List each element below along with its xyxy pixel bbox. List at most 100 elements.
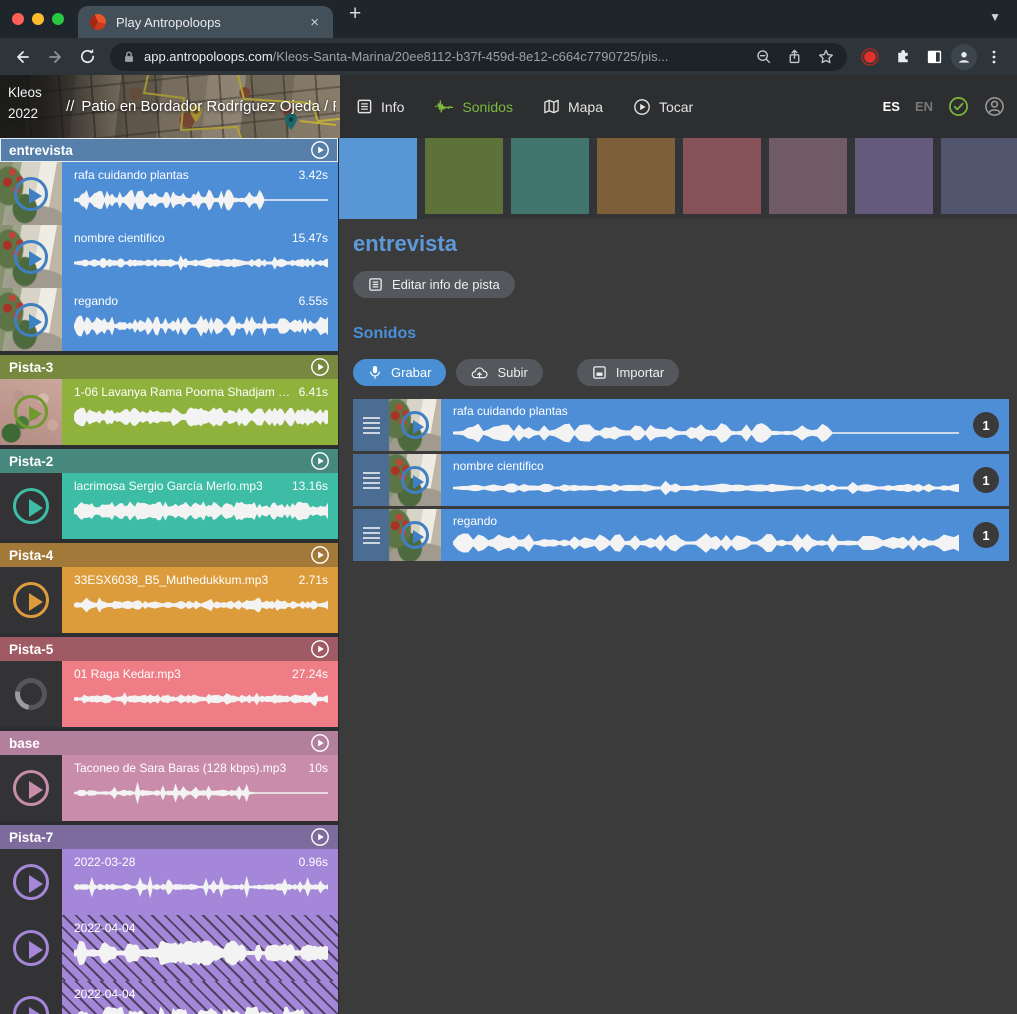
play-overlay-icon[interactable]: [13, 930, 49, 966]
import-button[interactable]: Importar: [577, 359, 679, 386]
sound-row[interactable]: nombre cientifico 1: [353, 454, 1009, 506]
audio-clip[interactable]: 2022-03-280.96s: [0, 849, 338, 915]
track-color-swatch[interactable]: [425, 138, 503, 214]
waveform[interactable]: [74, 498, 328, 524]
waveform[interactable]: [74, 940, 328, 966]
clip-thumbnail[interactable]: [0, 379, 62, 445]
track-color-swatch[interactable]: [941, 138, 1017, 214]
maximize-window-button[interactable]: [52, 13, 64, 25]
lang-en-button[interactable]: EN: [915, 99, 933, 114]
tab-mapa[interactable]: Mapa: [543, 98, 603, 115]
audio-clip[interactable]: nombre cientifico15.47s: [0, 225, 338, 288]
play-overlay-icon[interactable]: [13, 864, 49, 900]
play-overlay-icon[interactable]: [13, 996, 49, 1014]
address-bar[interactable]: app.antropoloops.com/Kleos-Santa-Marina/…: [110, 43, 847, 71]
track-color-swatch[interactable]: [339, 138, 417, 219]
track-color-swatch[interactable]: [597, 138, 675, 214]
waveform[interactable]: [74, 686, 328, 712]
window-controls[interactable]: [12, 13, 64, 25]
waveform[interactable]: [453, 531, 959, 555]
lang-es-button[interactable]: ES: [883, 99, 900, 114]
track-color-swatch[interactable]: [769, 138, 847, 214]
side-panel-icon[interactable]: [919, 42, 949, 72]
clip-thumbnail[interactable]: [0, 567, 62, 633]
waveform[interactable]: [74, 874, 328, 900]
track-header[interactable]: Pista-7: [0, 825, 338, 849]
waveform[interactable]: [74, 313, 328, 339]
audio-clip[interactable]: regando6.55s: [0, 288, 338, 351]
play-overlay-icon[interactable]: [13, 770, 49, 806]
waveform[interactable]: [74, 780, 328, 806]
play-overlay-icon[interactable]: [14, 395, 48, 429]
record-extension-icon[interactable]: [855, 42, 885, 72]
play-overlay-icon[interactable]: [14, 177, 48, 211]
clip-thumbnail[interactable]: [0, 473, 62, 539]
sound-row[interactable]: rafa cuidando plantas 1: [353, 399, 1009, 451]
project-map-banner[interactable]: Kleos 2022 // Patio en Bordador Rodrígue…: [0, 75, 340, 138]
track-header[interactable]: Pista-4: [0, 543, 338, 567]
close-tab-icon[interactable]: ×: [308, 14, 321, 31]
track-header[interactable]: Pista-2: [0, 449, 338, 473]
play-overlay-icon[interactable]: [401, 466, 429, 494]
clip-thumbnail[interactable]: [0, 225, 62, 288]
track-play-icon[interactable]: [310, 639, 330, 659]
track-play-icon[interactable]: [310, 140, 330, 160]
minimize-window-button[interactable]: [32, 13, 44, 25]
project-brand[interactable]: Kleos 2022: [8, 83, 42, 125]
play-overlay-icon[interactable]: [14, 303, 48, 337]
track-header[interactable]: Pista-3: [0, 355, 338, 379]
audio-clip[interactable]: rafa cuidando plantas3.42s: [0, 162, 338, 225]
drag-handle-icon[interactable]: [353, 454, 389, 506]
play-overlay-icon[interactable]: [13, 488, 49, 524]
new-tab-button[interactable]: +: [349, 3, 361, 24]
audio-clip[interactable]: lacrimosa Sergio García Merlo.mp313.16s: [0, 473, 338, 539]
tab-sonidos[interactable]: Sonidos: [434, 98, 513, 115]
waveform[interactable]: [453, 476, 959, 500]
browser-menu-kebab-icon[interactable]: [979, 42, 1009, 72]
clip-thumbnail[interactable]: [0, 288, 62, 351]
upload-button[interactable]: Subir: [456, 359, 542, 386]
edit-track-info-button[interactable]: Editar info de pista: [353, 271, 515, 298]
waveform[interactable]: [74, 1006, 328, 1014]
extensions-puzzle-icon[interactable]: [887, 42, 917, 72]
audio-clip-processing[interactable]: 2022-04-04: [0, 981, 338, 1014]
forward-button[interactable]: [40, 42, 70, 72]
sound-row[interactable]: regando 1: [353, 509, 1009, 561]
waveform[interactable]: [74, 404, 328, 430]
share-icon[interactable]: [786, 48, 803, 65]
sound-thumbnail[interactable]: [389, 399, 441, 451]
clip-thumbnail[interactable]: [0, 849, 62, 915]
play-overlay-icon[interactable]: [14, 240, 48, 274]
waveform[interactable]: [74, 592, 328, 618]
clip-thumbnail[interactable]: [0, 981, 62, 1014]
audio-clip[interactable]: 01 Raga Kedar.mp327.24s: [0, 661, 338, 727]
play-overlay-icon[interactable]: [13, 582, 49, 618]
sound-thumbnail[interactable]: [389, 509, 441, 561]
play-overlay-icon[interactable]: [401, 411, 429, 439]
drag-handle-icon[interactable]: [353, 509, 389, 561]
waveform[interactable]: [453, 421, 959, 445]
browser-tab[interactable]: Play Antropoloops ×: [78, 6, 333, 38]
clip-thumbnail[interactable]: [0, 661, 62, 727]
audio-clip[interactable]: Taconeo de Sara Baras (128 kbps).mp310s: [0, 755, 338, 821]
waveform[interactable]: [74, 187, 328, 213]
reload-button[interactable]: [72, 42, 102, 72]
track-color-swatch[interactable]: [855, 138, 933, 214]
account-icon[interactable]: [984, 96, 1005, 117]
drag-handle-icon[interactable]: [353, 399, 389, 451]
track-header[interactable]: base: [0, 731, 338, 755]
play-overlay-icon[interactable]: [401, 521, 429, 549]
clip-thumbnail[interactable]: [0, 162, 62, 225]
waveform[interactable]: [74, 250, 328, 276]
bookmark-star-icon[interactable]: [817, 48, 835, 66]
clip-thumbnail[interactable]: [0, 755, 62, 821]
track-play-icon[interactable]: [310, 827, 330, 847]
track-play-icon[interactable]: [310, 733, 330, 753]
sound-thumbnail[interactable]: [389, 454, 441, 506]
record-button[interactable]: Grabar: [353, 359, 446, 386]
zoom-icon[interactable]: [755, 48, 772, 65]
track-header[interactable]: Pista-5: [0, 637, 338, 661]
track-header[interactable]: entrevista: [0, 138, 338, 162]
audio-clip[interactable]: 33ESX6038_B5_Muthedukkum.mp32.71s: [0, 567, 338, 633]
track-color-swatch[interactable]: [511, 138, 589, 214]
